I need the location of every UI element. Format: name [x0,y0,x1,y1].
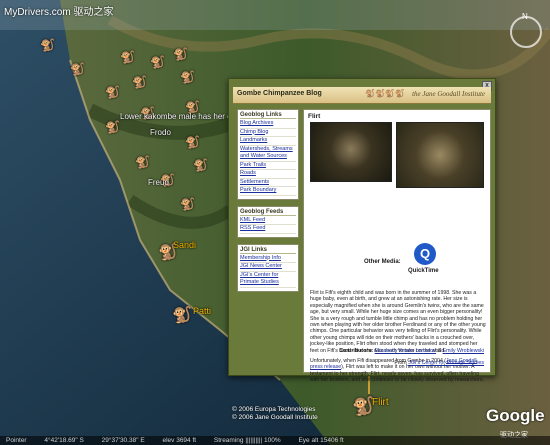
watermark-text: MyDrivers.com 驱动之家 [4,7,114,18]
chimp-placemark-icon[interactable]: 🐒 [180,197,195,211]
link-settlements[interactable]: Settlements [240,179,296,187]
map-label-lower-kakombe[interactable]: Lower kakombe male has her day [120,112,240,121]
chimp-placemark-icon[interactable]: 🐒 [70,62,85,76]
link-park-trails[interactable]: Park Trails [240,162,296,170]
map-label-flirt[interactable]: Flirt [372,397,389,408]
status-longitude: 29°37'30.38" E [101,437,145,444]
status-streaming: Streaming |||||||||| 100% [213,437,281,444]
link-watersheds[interactable]: Watersheds, Streams and Water Sources [240,146,296,162]
from-line: From JGI's Center for Primate Studies [310,360,484,366]
jgi-links-box: JGI Links Membership Info JGI News Cente… [237,243,299,292]
link-park-boundary[interactable]: Park Boundary [240,187,296,196]
from-link[interactable]: JGI's Center for Primate Studies [408,360,484,366]
map-label-frodo[interactable]: Frodo [150,128,171,137]
map-label-freud[interactable]: Freud [148,178,169,187]
chimp-placemark-icon[interactable]: 🐒 [40,38,55,52]
compass-north-label: N [522,12,528,21]
chimp-placemark-icon[interactable]: 🐒 [132,75,147,89]
geoblog-links-box: Geoblog Links Blog Archives Chimp Blog L… [237,109,299,200]
blog-post: Flirt Other Media: Q QuickTime Flirt is … [303,109,491,383]
sidebar: Geoblog Links Blog Archives Chimp Blog L… [237,109,299,298]
status-bar: Pointer 4°42'18.69" S 29°37'30.38" E ele… [0,436,550,445]
link-jgi-center-primate-studies[interactable]: JGI's Center for Primate Studies [240,272,296,288]
chimp-photo-2[interactable] [396,122,484,188]
jgi-links-heading: JGI Links [240,247,296,254]
map-label-sandi[interactable]: Sandi [173,240,196,250]
contributors-label: Contributors: [339,348,374,354]
contributor-2-link[interactable]: Emily Wroblewski [443,348,484,354]
link-rss-feed[interactable]: RSS Feed [240,225,296,234]
placemark-balloon: x Gombe Chimpanzee Blog 🐒🐒🐒🐒 the Jane Go… [228,78,496,383]
compass-navigation-control[interactable]: N [510,12,542,48]
other-media-label: Other Media: [364,259,401,265]
post-body: Flirt is Fifi's eighth child and was bor… [310,290,486,388]
chimp-placemark-icon[interactable]: 🐒 [105,85,120,99]
map-label-patti[interactable]: Patti [193,306,211,316]
chimp-photo-1[interactable] [310,122,392,182]
link-chimp-blog[interactable]: Chimp Blog [240,129,296,137]
chimp-placemark-icon[interactable]: 🐒 [105,120,120,134]
chimp-placemark-icon[interactable]: 🐒 [120,50,135,64]
contributors-line: Contributors: Elizabeth Vinson Lonsdorf … [310,348,484,354]
chimp-placemark-icon[interactable]: 🐒 [193,158,208,172]
post-title: Flirt [308,113,321,120]
chimp-placemark-icon[interactable]: 🐒 [173,47,188,61]
link-kml-feed[interactable]: KML Feed [240,217,296,225]
chimp-placemark-icon[interactable]: 🐒 [135,155,150,169]
link-roads[interactable]: Roads [240,170,296,179]
from-label: From [394,360,407,366]
status-pointer-label: Pointer [6,437,27,444]
blog-header: Gombe Chimpanzee Blog 🐒🐒🐒🐒 the Jane Good… [233,87,491,104]
geoblog-links-heading: Geoblog Links [240,112,296,119]
jgi-brand: the Jane Goodall Institute [412,90,485,98]
link-jgi-news-center[interactable]: JGI News Center [240,263,296,272]
contributors-separator: & [437,348,442,354]
blog-title: Gombe Chimpanzee Blog [237,90,322,97]
link-landmarks[interactable]: Landmarks [240,137,296,146]
status-eye-altitude: Eye alt 15406 ft [298,437,344,444]
contributor-1-link[interactable]: Elizabeth Vinson Lonsdorf [375,348,436,354]
post-paragraph-1: Flirt is Fifi's eighth child and was bor… [310,290,486,354]
link-membership-info[interactable]: Membership Info [240,255,296,263]
chimp-placemark-icon[interactable]: 🐒 [180,70,195,84]
status-elevation: elev 3694 ft [162,437,197,444]
geoblog-feeds-heading: Geoblog Feeds [240,209,296,216]
chimp-silhouettes-icon: 🐒🐒🐒🐒 [365,89,405,98]
copyright-line-1: © 2006 Europa Technologies [232,406,316,413]
chimp-placemark-icon[interactable]: 🐒 [150,55,165,69]
chimp-placemark-icon[interactable]: 🐒 [185,135,200,149]
geoblog-feeds-box: Geoblog Feeds KML Feed RSS Feed [237,205,299,238]
link-blog-archives[interactable]: Blog Archives [240,120,296,129]
copyright-line-2: © 2006 Jane Goodall Institute [232,414,318,421]
copyright: © 2006 Europa Technologies © 2006 Jane G… [232,406,318,422]
chimp-placemark-icon[interactable]: 🐒 [172,305,192,325]
quicktime-icon[interactable]: Q [414,243,436,265]
status-latitude: 4°42'18.69" S [44,437,84,444]
quicktime-label[interactable]: QuickTime [408,268,439,274]
google-logo: Google [486,406,545,425]
